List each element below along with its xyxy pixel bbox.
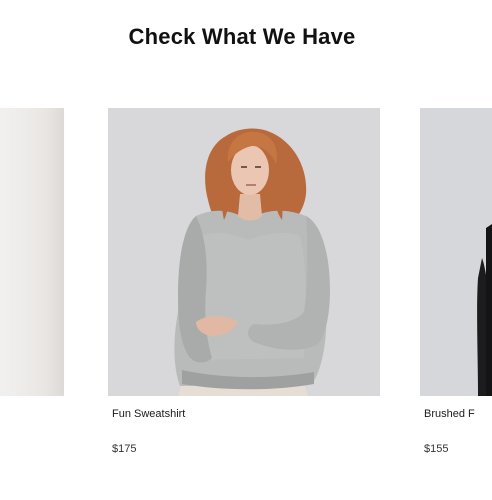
product-image[interactable] [0,108,64,396]
product-card[interactable]: Brushed F $155 [420,108,492,455]
product-image[interactable] [420,108,492,396]
product-card[interactable] [0,108,64,396]
model-photo [420,108,492,396]
model-photo [108,108,380,396]
page: Check What We Have Fun Sweatshirt $175 B… [0,0,492,500]
section-title: Check What We Have [128,24,356,49]
product-carousel[interactable]: Fun Sweatshirt $175 Brushed F $155 [0,108,492,500]
product-price: $175 [112,443,137,455]
product-image[interactable] [108,108,380,396]
product-name[interactable]: Fun Sweatshirt [112,408,185,420]
product-card[interactable]: Fun Sweatshirt $175 [108,108,380,455]
product-name[interactable]: Brushed F [424,408,475,420]
product-price: $155 [424,443,449,455]
